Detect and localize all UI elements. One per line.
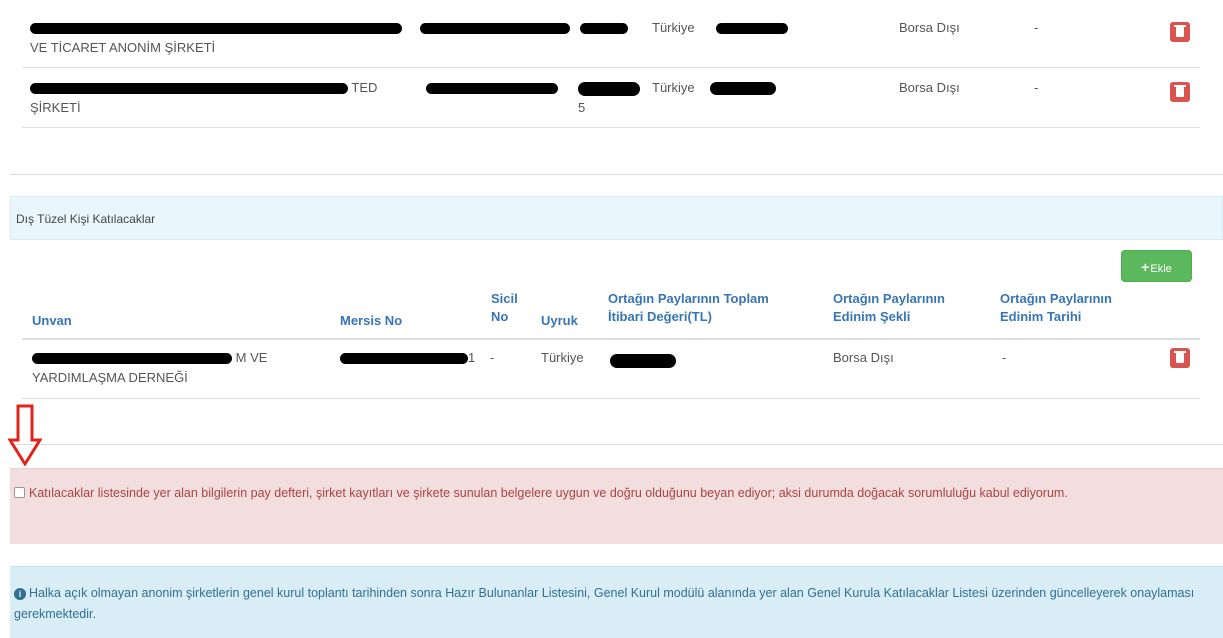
unvan-cell: TED ŞİRKETİ	[30, 78, 377, 118]
redaction-mark	[30, 23, 402, 35]
redaction-mark	[716, 23, 788, 35]
column-header-text: No	[491, 309, 509, 324]
unvan-cell: M VE YARDIMLAŞMA DERNEĞİ	[32, 348, 267, 388]
uyruk-cell: Türkiye	[541, 350, 584, 365]
mersis-cell: 1	[340, 348, 475, 368]
edinim-tarihi-cell: -	[1002, 350, 1007, 365]
sicil-cell	[580, 18, 628, 38]
redaction-mark	[340, 353, 468, 365]
declaration-checkbox[interactable]	[14, 487, 25, 498]
sicil-cell: -	[490, 350, 495, 365]
deger-cell	[716, 18, 788, 38]
redaction-mark	[578, 81, 640, 96]
column-header-edinim-tarihi: Ortağın Paylarının Edinim Tarihi	[1000, 290, 1112, 326]
redaction-mark	[710, 82, 776, 96]
column-header-text: Sicil	[491, 291, 518, 306]
sicil-text: 5	[578, 100, 586, 115]
table-header-rule	[22, 338, 1200, 340]
column-header-uyruk: Uyruk	[541, 313, 578, 328]
column-header-text: Ortağın Paylarının Toplam	[608, 291, 769, 306]
unvan-text: YARDIMLAŞMA DERNEĞİ	[32, 370, 188, 385]
unvan-text: ŞİRKETİ	[30, 100, 81, 115]
mersis-text: 1	[468, 350, 476, 365]
table-row-rule	[22, 398, 1200, 399]
trash-icon[interactable]	[1170, 348, 1190, 368]
top-partners-table: VE TİCARET ANONİM ŞİRKETİ Türkiye Borsa …	[22, 8, 1200, 128]
edinim-tarihi-cell: -	[1034, 20, 1039, 35]
column-header-text: Ortağın Paylarının	[833, 291, 945, 306]
redaction-mark	[30, 83, 348, 95]
edinim-sekli-cell: Borsa Dışı	[833, 350, 894, 365]
top-partners-section: VE TİCARET ANONİM ŞİRKETİ Türkiye Borsa …	[0, 0, 1223, 175]
redaction-mark	[32, 353, 232, 365]
unvan-text: M VE	[235, 350, 268, 365]
declaration-text: Katılacaklar listesinde yer alan bilgile…	[29, 486, 1068, 500]
unvan-text: VE TİCARET ANONİM ŞİRKETİ	[30, 40, 216, 55]
column-header-text: Edinim Tarihi	[1000, 309, 1082, 324]
column-header-text: Edinim Şekli	[833, 309, 911, 324]
trash-icon[interactable]	[1170, 22, 1190, 42]
column-header-text: Ortağın Paylarının	[1000, 291, 1112, 306]
section-divider	[10, 174, 1223, 175]
add-button[interactable]: +Ekle	[1121, 250, 1192, 282]
column-header-mersis: Mersis No	[340, 313, 403, 328]
info-circle-icon: i	[14, 588, 26, 600]
add-button-label: Ekle	[1150, 263, 1172, 275]
declaration-alert: Katılacaklar listesinde yer alan bilgile…	[10, 468, 1223, 544]
column-header-edinim-sekli: Ortağın Paylarının Edinim Şekli	[833, 290, 945, 326]
mersis-cell	[426, 78, 558, 98]
uyruk-cell: Türkiye	[652, 80, 695, 95]
deger-cell	[610, 350, 676, 370]
info-text: Halka açık olmayan anonim şirketlerin ge…	[14, 586, 1195, 621]
section-divider	[10, 444, 1223, 445]
down-arrow-icon	[8, 404, 42, 466]
redaction-mark	[580, 23, 628, 35]
table-row: TED ŞİRKETİ 5 Türkiye Borsa Dışı -	[22, 68, 1200, 128]
edinim-sekli-cell: Borsa Dışı	[899, 80, 960, 95]
column-header-unvan: Unvan	[32, 313, 72, 328]
edinim-tarihi-cell: -	[1034, 80, 1039, 95]
table-row: VE TİCARET ANONİM ŞİRKETİ Türkiye Borsa …	[22, 8, 1200, 68]
trash-icon[interactable]	[1170, 82, 1190, 102]
plus-icon: +	[1141, 259, 1150, 275]
column-header-toplam-deger: Ortağın Paylarının Toplam İtibari Değeri…	[608, 290, 769, 326]
redaction-mark	[420, 23, 570, 35]
column-header-sicil: Sicil No	[491, 290, 518, 326]
column-header-text: İtibari Değeri(TL)	[608, 309, 713, 324]
redaction-mark	[426, 83, 558, 95]
uyruk-cell: Türkiye	[652, 20, 695, 35]
info-alert: i Halka açık olmayan anonim şirketlerin g…	[10, 566, 1223, 638]
unvan-text: TED	[351, 80, 378, 95]
sicil-cell: 5	[578, 78, 640, 118]
mersis-cell	[420, 18, 570, 38]
edinim-sekli-cell: Borsa Dışı	[899, 20, 960, 35]
section-title: Dış Tüzel Kişi Katılacaklar	[10, 196, 1223, 240]
redaction-mark	[610, 353, 676, 368]
deger-cell	[710, 78, 776, 98]
unvan-cell: VE TİCARET ANONİM ŞİRKETİ	[30, 18, 402, 58]
